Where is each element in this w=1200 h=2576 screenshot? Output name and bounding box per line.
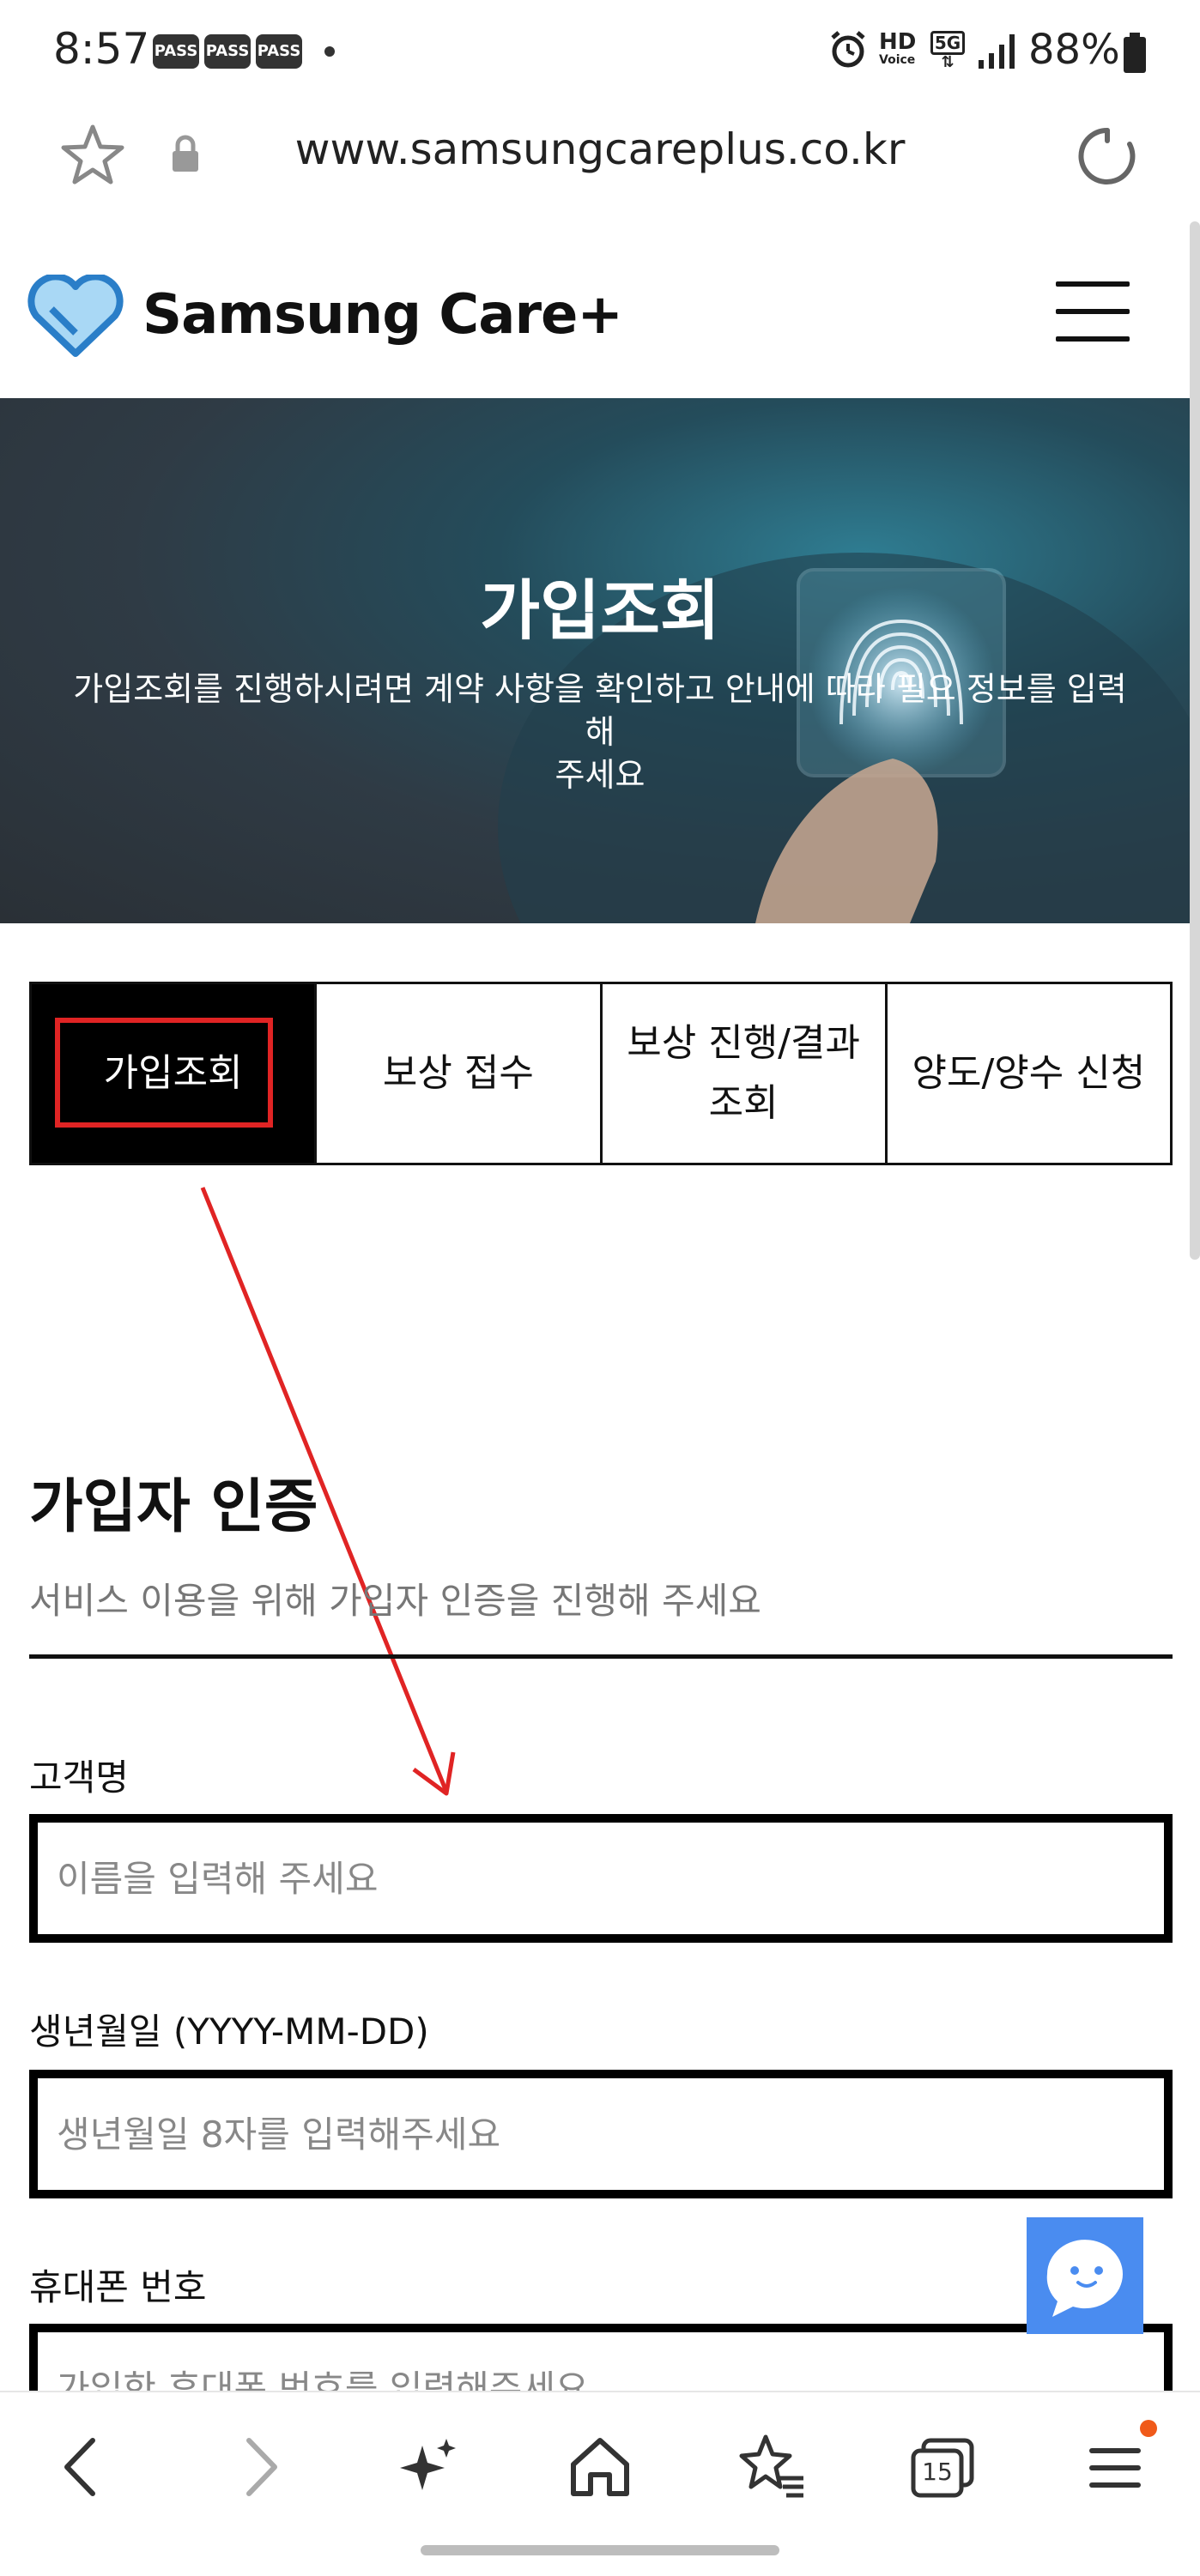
forward-icon[interactable] xyxy=(220,2428,297,2506)
samsung-care-logo-icon[interactable] xyxy=(26,275,125,360)
brand-name[interactable]: Samsung Care+ xyxy=(142,283,623,347)
ai-sparkle-icon[interactable] xyxy=(390,2428,467,2506)
pass-badge: PASS xyxy=(153,34,199,69)
hero-title: 가입조회 xyxy=(480,572,720,649)
hero-subtitle: 가입조회를 진행하시려면 계약 사항을 확인하고 안내에 따라 필요 정보를 입… xyxy=(73,670,1127,794)
back-icon[interactable] xyxy=(45,2428,122,2506)
name-input[interactable] xyxy=(29,1814,1173,1943)
signal-icon xyxy=(979,34,1015,69)
page-scrollbar[interactable] xyxy=(1190,221,1200,1260)
alarm-icon xyxy=(831,31,865,68)
battery-percent: 88% xyxy=(1028,26,1120,74)
tab-claim-submission[interactable]: 보상 접수 xyxy=(314,984,599,1163)
phone-label: 휴대폰 번호 xyxy=(29,2266,207,2308)
birthdate-input[interactable] xyxy=(29,2070,1173,2198)
url-text[interactable]: www.samsungcareplus.co.kr xyxy=(0,124,1200,174)
tab-count: 15 xyxy=(922,2458,953,2486)
hero-banner xyxy=(0,398,1200,923)
pass-badge: PASS xyxy=(256,34,302,69)
tab-claim-status[interactable]: 보상 진행/결과 조회 xyxy=(599,984,885,1163)
form-title: 가입자 인증 xyxy=(29,1473,318,1541)
annotation-highlight-box xyxy=(55,1018,273,1128)
chatbot-button[interactable] xyxy=(1027,2217,1143,2334)
chatbot-face-icon xyxy=(1046,2240,1123,2317)
menu-notification-dot xyxy=(1140,2420,1157,2437)
form-subtitle: 서비스 이용을 위해 가입자 인증을 진행해 주세요 xyxy=(29,1580,761,1622)
status-time: 8:57 xyxy=(53,24,150,74)
reload-icon[interactable] xyxy=(1073,122,1142,190)
5g-icon: 5G ⇅ xyxy=(930,31,965,72)
birthdate-label: 생년월일 (YYYY-MM-DD) xyxy=(29,2011,429,2053)
name-label: 고객명 xyxy=(29,1757,129,1799)
bookmarks-icon[interactable] xyxy=(733,2428,810,2506)
home-icon[interactable] xyxy=(561,2428,639,2506)
pass-badge: PASS xyxy=(204,34,251,69)
hd-voice-label: HD Voice xyxy=(879,29,917,67)
battery-icon xyxy=(1124,33,1146,73)
notification-dot xyxy=(324,46,335,57)
fingerprint-image xyxy=(498,553,1200,923)
home-indicator xyxy=(421,2545,779,2555)
menu-icon[interactable] xyxy=(1076,2428,1154,2506)
tabs-button[interactable]: 15 xyxy=(905,2428,982,2506)
form-divider xyxy=(29,1654,1173,1659)
tab-transfer-request[interactable]: 양도/양수 신청 xyxy=(884,984,1170,1163)
